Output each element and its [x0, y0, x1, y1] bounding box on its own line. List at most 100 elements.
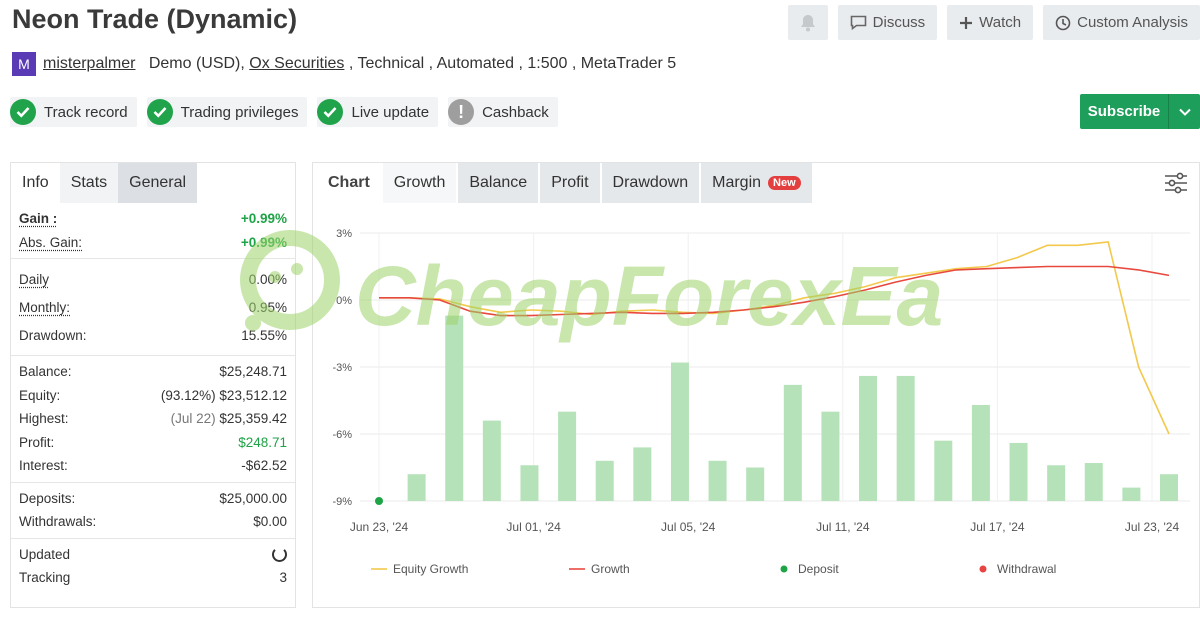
stat-monthly: Monthly: 0.95%: [19, 299, 287, 315]
top-actions: Discuss Watch Custom Analysis: [787, 5, 1200, 40]
tab-balance[interactable]: Balance: [458, 163, 539, 203]
subscribe-button[interactable]: Subscribe: [1080, 94, 1200, 129]
badge-live-update[interactable]: Live update: [317, 97, 439, 127]
deposit-marker: [375, 497, 383, 505]
volume-bar: [859, 375, 878, 501]
volume-bar: [482, 420, 501, 501]
volume-bar: [1122, 487, 1141, 501]
page-title: Neon Trade (Dynamic): [12, 4, 298, 34]
tab-general[interactable]: General: [118, 163, 198, 203]
legend-label: Growth: [591, 562, 630, 576]
account-meta: M misterpalmer Demo (USD), Ox Securities…: [12, 52, 676, 76]
volume-bar: [934, 440, 953, 501]
chat-icon: [850, 15, 866, 30]
stat-withdrawals: Withdrawals: $0.00: [19, 514, 287, 530]
watch-label: Watch: [979, 14, 1022, 31]
stat-tracking: Tracking 3: [19, 570, 287, 586]
chevron-down-icon[interactable]: [1168, 94, 1200, 129]
stat-interest: Interest: -$62.52: [19, 458, 287, 474]
badge-track-record[interactable]: Track record: [10, 97, 137, 127]
info-tabs: Info Stats General: [11, 163, 295, 203]
tab-info[interactable]: Info: [11, 163, 60, 203]
growth-line: [379, 265, 1170, 317]
watch-button[interactable]: Watch: [947, 5, 1034, 40]
exclamation-icon: !: [448, 99, 475, 125]
stats-update-group: Updated Tracking 3: [11, 537, 295, 594]
custom-analysis-button[interactable]: Custom Analysis: [1043, 5, 1200, 40]
stats-gain-group: Gain : +0.99% Abs. Gain: +0.99%: [11, 203, 295, 258]
tab-growth[interactable]: Growth: [382, 163, 457, 203]
volume-bar: [633, 447, 652, 501]
account-type: Demo (USD),: [148, 55, 245, 72]
clock-icon: [1055, 15, 1071, 30]
tab-profit[interactable]: Profit: [540, 163, 600, 203]
stat-highest: Highest: (Jul 22) $25,359.42: [19, 411, 287, 427]
volume-bar: [783, 384, 802, 501]
notify-button[interactable]: [787, 5, 828, 40]
account-details: , Technical , Automated , 1:500 , MetaTr…: [344, 55, 677, 72]
x-tick-label: Jul 11, '24: [816, 520, 870, 534]
stats-deposit-group: Deposits: $25,000.00 Withdrawals: $0.00: [11, 481, 295, 538]
volume-bar: [1160, 474, 1178, 501]
stats-period-group: Daily 0.00% Monthly: 0.95% Drawdown: 15.55%: [11, 258, 295, 355]
legend-label: Equity Growth: [393, 562, 468, 576]
legend-label: Deposit: [798, 562, 839, 576]
stat-abs-gain: Abs. Gain: +0.99%: [19, 234, 287, 250]
broker-link[interactable]: Ox Securities: [249, 55, 344, 73]
bell-icon: [800, 14, 815, 31]
equity-growth-line: [379, 241, 1170, 435]
volume-bar: [595, 460, 614, 501]
y-tick-label: -6%: [332, 429, 352, 441]
y-tick-label: -9%: [332, 496, 352, 508]
custom-analysis-label: Custom Analysis: [1077, 14, 1188, 31]
badge-cashback[interactable]: ! Cashback: [448, 97, 558, 127]
chart-tabs: Chart Growth Balance Profit Drawdown Mar…: [313, 163, 1199, 203]
stat-equity: Equity: (93.12%) $23,512.12: [19, 387, 287, 403]
volume-bar: [1047, 465, 1066, 501]
stat-profit: Profit: $248.71: [19, 434, 287, 450]
x-tick-label: Jul 01, '24: [506, 520, 561, 534]
volume-bar: [896, 375, 915, 501]
x-tick-label: Jul 23, '24: [1125, 520, 1180, 534]
check-icon: [10, 99, 36, 125]
stat-updated: Updated: [19, 543, 287, 567]
chart-panel: Chart Growth Balance Profit Drawdown Mar…: [312, 162, 1200, 608]
tab-stats[interactable]: Stats: [59, 163, 119, 203]
stat-drawdown: Drawdown: 15.55%: [19, 327, 287, 343]
stat-daily: Daily 0.00%: [19, 271, 287, 287]
loading-spinner-icon: [272, 546, 287, 562]
stat-gain: Gain : +0.99%: [19, 211, 287, 227]
tab-drawdown[interactable]: Drawdown: [601, 163, 700, 203]
stats-money-group: Balance: $25,248.71 Equity: (93.12%) $23,5…: [11, 355, 295, 482]
growth-chart: 3% 0% -3% -6% -9% Jun 23, '24 Jul 01, '24 Jul 0…: [332, 228, 1190, 576]
volume-bar: [971, 404, 990, 501]
chart-title: Chart: [317, 163, 381, 203]
tab-margin[interactable]: Margin New: [701, 163, 812, 203]
volume-bar: [746, 467, 765, 501]
legend-label: Withdrawal: [997, 562, 1056, 576]
volume-bar: [670, 362, 689, 501]
volume-bar: [407, 474, 426, 501]
volume-bar: [821, 411, 840, 501]
badge-trading-privileges[interactable]: Trading privileges: [146, 97, 308, 127]
x-tick-label: Jul 05, '24: [661, 520, 716, 534]
y-tick-label: 0%: [336, 295, 352, 307]
x-tick-label: Jul 17, '24: [970, 520, 1025, 534]
x-tick-label: Jun 23, '24: [350, 520, 409, 534]
volume-bar: [708, 460, 727, 501]
stat-deposits: Deposits: $25,000.00: [19, 490, 287, 506]
info-panel: Info Stats General Gain : +0.99% Abs. Gai…: [10, 162, 296, 608]
badges: Track record Trading privileges Live upd…: [10, 97, 558, 127]
y-tick-label: -3%: [332, 362, 352, 374]
settings-sliders-icon[interactable]: [1164, 172, 1188, 194]
check-icon: [317, 99, 344, 125]
volume-bar: [520, 465, 539, 501]
discuss-button[interactable]: Discuss: [837, 5, 938, 40]
plus-icon: [960, 16, 973, 29]
volume-bar: [558, 411, 577, 501]
volume-bar: [445, 315, 464, 501]
avatar[interactable]: M: [12, 52, 36, 76]
username-link[interactable]: misterpalmer: [43, 55, 135, 73]
volume-bar: [1084, 463, 1103, 501]
stat-balance: Balance: $25,248.71: [19, 364, 287, 380]
